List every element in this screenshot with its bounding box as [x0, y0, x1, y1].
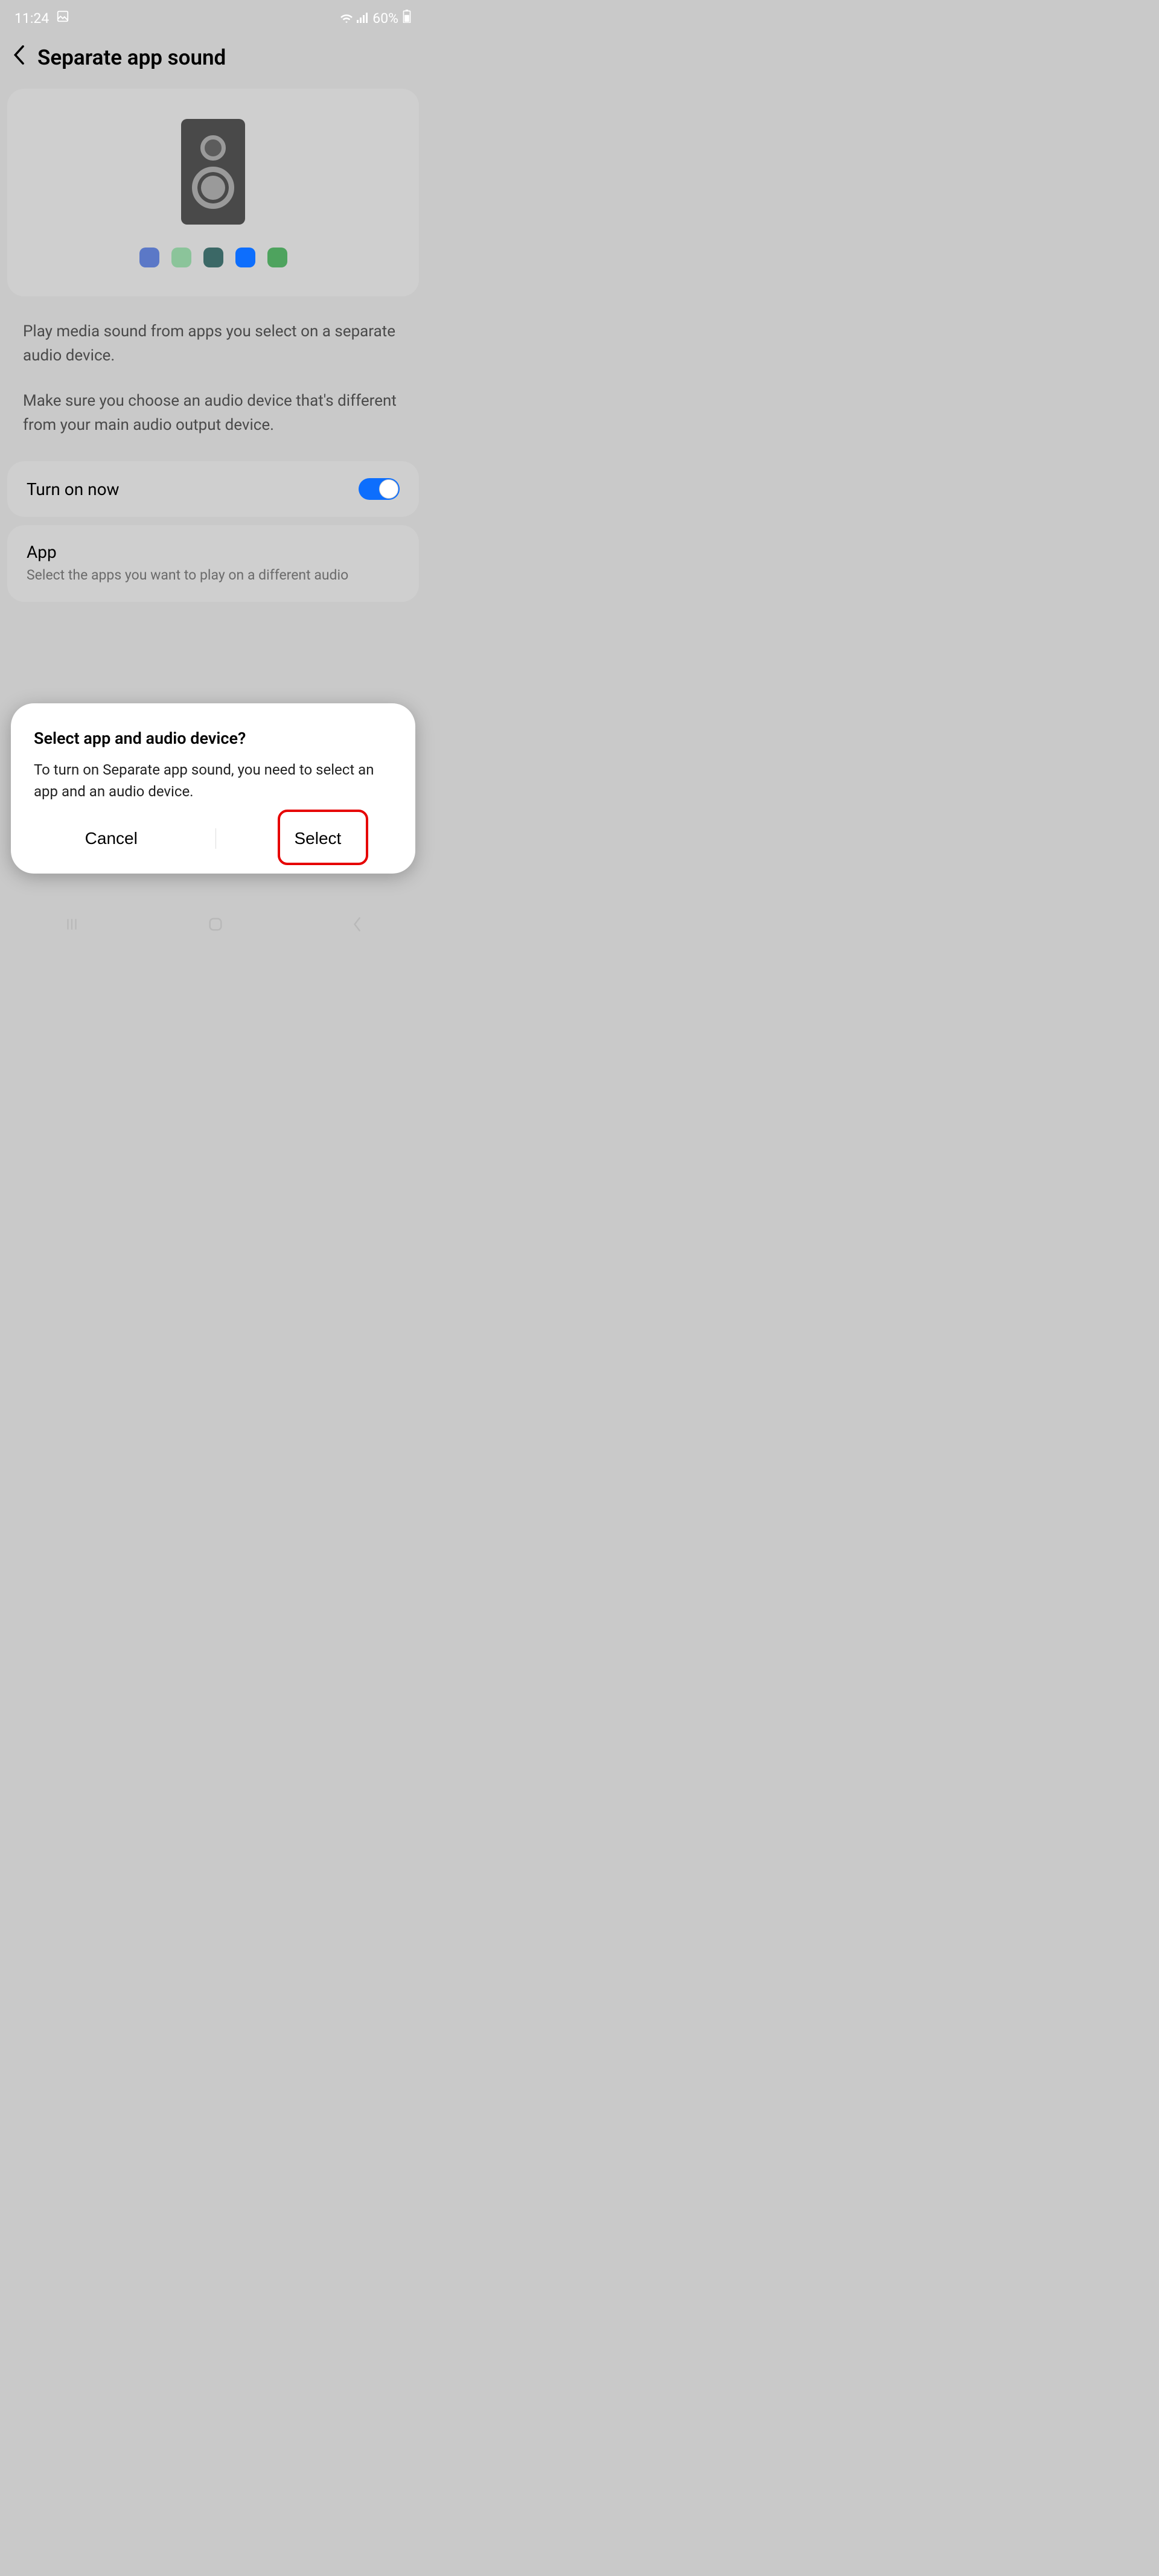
turn-on-card[interactable]: Turn on now — [7, 461, 419, 517]
highlight-annotation — [278, 810, 368, 865]
signal-icon — [357, 10, 369, 27]
color-dots — [139, 248, 287, 267]
turn-on-label: Turn on now — [27, 479, 120, 499]
app-card[interactable]: App Select the apps you want to play on … — [7, 525, 419, 602]
app-section-title: App — [27, 542, 400, 562]
turn-on-toggle[interactable] — [359, 478, 400, 500]
dialog-title: Select app and audio device? — [34, 729, 392, 748]
dot — [203, 248, 223, 267]
dot — [171, 248, 191, 267]
status-time: 11:24 — [14, 10, 49, 27]
description-p2: Make sure you choose an audio device tha… — [23, 389, 403, 438]
description: Play media sound from apps you select on… — [0, 300, 426, 461]
status-bar: 11:24 60% — [0, 0, 426, 30]
dialog-body: To turn on Separate app sound, you need … — [34, 759, 392, 802]
description-p1: Play media sound from apps you select on… — [23, 319, 403, 368]
battery-text: 60% — [372, 10, 398, 27]
battery-icon — [402, 10, 412, 27]
recents-button[interactable] — [64, 916, 80, 936]
dot — [235, 248, 255, 267]
back-button[interactable] — [12, 45, 25, 71]
picture-icon — [56, 10, 69, 27]
app-section-desc: Select the apps you want to play on a di… — [27, 566, 400, 585]
page-title: Separate app sound — [37, 45, 226, 70]
dot — [139, 248, 159, 267]
home-button[interactable] — [207, 916, 224, 937]
back-nav-button[interactable] — [351, 916, 362, 937]
speaker-icon — [181, 119, 245, 225]
hero-illustration — [7, 89, 419, 296]
cancel-button[interactable]: Cancel — [61, 820, 162, 857]
header: Separate app sound — [0, 30, 426, 85]
nav-bar — [0, 905, 426, 947]
wifi-icon — [340, 10, 353, 27]
dot — [267, 248, 287, 267]
confirm-dialog: Select app and audio device? To turn on … — [11, 703, 415, 874]
